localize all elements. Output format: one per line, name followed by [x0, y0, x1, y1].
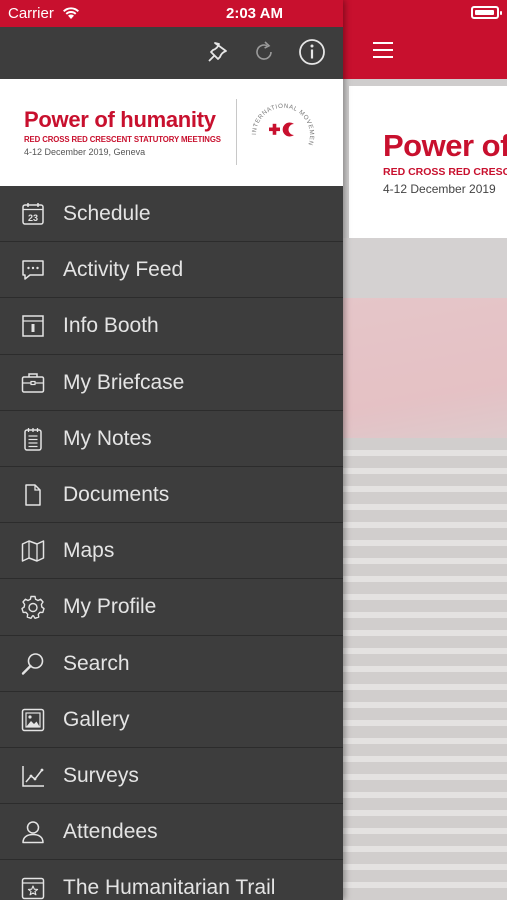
document-icon	[25, 484, 41, 506]
conference-hall-photo	[343, 238, 507, 900]
svg-text:INTERNATIONAL MOVEMENT: INTERNATIONAL MOVEMENT	[248, 97, 315, 147]
main-banner-title: Power of	[383, 128, 507, 163]
calendar-icon: 23	[22, 203, 44, 225]
search-icon	[21, 652, 44, 675]
menu-item-documents[interactable]: Documents	[0, 467, 343, 524]
map-icon	[21, 540, 45, 562]
menu-label-my-notes: My Notes	[63, 426, 152, 450]
person-icon	[22, 821, 44, 844]
menu-label-attendees: Attendees	[63, 820, 158, 844]
hamburger-menu-icon[interactable]	[373, 42, 393, 58]
menu-label-humanitarian-trail: The Humanitarian Trail	[63, 876, 276, 900]
booth-icon	[22, 315, 44, 338]
menu-item-surveys[interactable]: Surveys	[0, 748, 343, 805]
main-event-banner: Power of RED CROSS RED CRESC 4-12 Decemb…	[349, 86, 507, 238]
event-dates: 4-12 December 2019, Geneva	[24, 147, 146, 157]
main-top-bar	[343, 0, 507, 79]
main-screen: Power of RED CROSS RED CRESC 4-12 Decemb…	[343, 0, 507, 900]
trail-icon	[21, 878, 45, 900]
battery-icon	[471, 6, 502, 19]
menu-item-maps[interactable]: Maps	[0, 523, 343, 580]
menu-label-schedule: Schedule	[63, 202, 151, 225]
svg-text:23: 23	[28, 213, 38, 223]
menu-item-my-profile[interactable]: My Profile	[0, 579, 343, 636]
drawer-menu: 23 Schedule Activity Feed Info Booth My …	[0, 186, 343, 900]
gear-icon	[21, 596, 45, 620]
event-title: Power of humanity	[24, 107, 216, 132]
notes-icon	[24, 427, 42, 451]
emblem-text: INTERNATIONAL MOVEMENT	[248, 97, 315, 147]
info-icon[interactable]	[297, 37, 327, 67]
menu-item-activity-feed[interactable]: Activity Feed	[0, 242, 343, 299]
menu-item-my-notes[interactable]: My Notes	[0, 411, 343, 467]
refresh-icon[interactable]	[249, 37, 279, 67]
banner-divider	[236, 99, 237, 165]
menu-item-gallery[interactable]: Gallery	[0, 692, 343, 748]
red-cross-crescent-emblem: INTERNATIONAL MOVEMENT	[248, 97, 315, 147]
menu-label-documents: Documents	[63, 482, 170, 506]
menu-label-maps: Maps	[63, 539, 115, 563]
menu-label-my-briefcase: My Briefcase	[63, 370, 185, 394]
menu-label-surveys: Surveys	[63, 763, 139, 787]
menu-item-search[interactable]: Search	[0, 636, 343, 692]
menu-label-my-profile: My Profile	[63, 595, 157, 619]
gallery-icon	[21, 708, 45, 731]
menu-label-activity-feed: Activity Feed	[63, 258, 184, 282]
menu-item-attendees[interactable]: Attendees	[0, 804, 343, 861]
menu-label-gallery: Gallery	[63, 707, 130, 731]
briefcase-icon	[21, 372, 45, 393]
wifi-icon	[63, 7, 79, 19]
event-subtitle: RED CROSS RED CRESCENT STATUTORY MEETING…	[24, 135, 221, 144]
status-bar: Carrier 2:03 AM	[0, 0, 343, 27]
menu-label-info-booth: Info Booth	[63, 314, 159, 338]
clock: 2:03 AM	[226, 5, 283, 22]
pin-icon[interactable]	[203, 37, 233, 67]
menu-label-search: Search	[63, 651, 130, 675]
side-drawer: Carrier 2:03 AM Power of humanity RED CR…	[0, 0, 343, 900]
main-banner-dates: 4-12 December 2019	[383, 182, 496, 196]
menu-item-my-briefcase[interactable]: My Briefcase	[0, 355, 343, 411]
menu-item-info-booth[interactable]: Info Booth	[0, 298, 343, 355]
main-banner-subtitle: RED CROSS RED CRESC	[383, 166, 507, 178]
chat-icon	[22, 260, 44, 280]
drawer-toolbar	[0, 27, 343, 79]
carrier-label: Carrier	[8, 5, 54, 22]
chart-icon	[22, 765, 44, 787]
menu-item-humanitarian-trail[interactable]: The Humanitarian Trail	[0, 860, 343, 900]
menu-item-schedule[interactable]: 23 Schedule	[0, 186, 343, 243]
event-banner: Power of humanity RED CROSS RED CRESCENT…	[0, 79, 343, 186]
